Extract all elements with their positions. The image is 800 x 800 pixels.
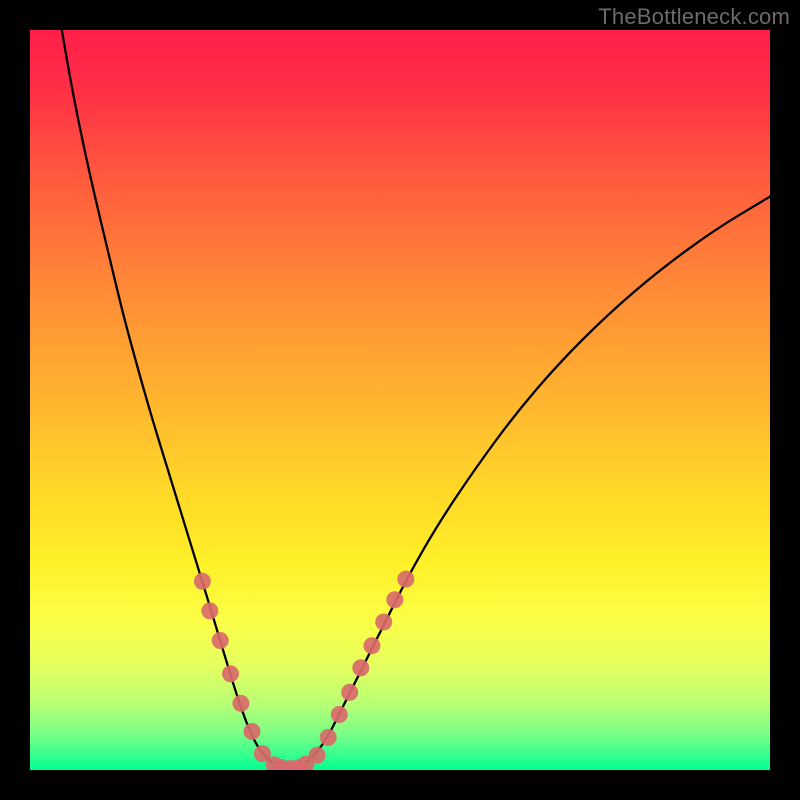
curve-layer (30, 30, 770, 770)
watermark-text: TheBottleneck.com (598, 4, 790, 30)
highlight-dots (194, 571, 415, 770)
chart-frame: TheBottleneck.com (0, 0, 800, 800)
plot-area (30, 30, 770, 770)
bottleneck-curve (62, 30, 770, 768)
